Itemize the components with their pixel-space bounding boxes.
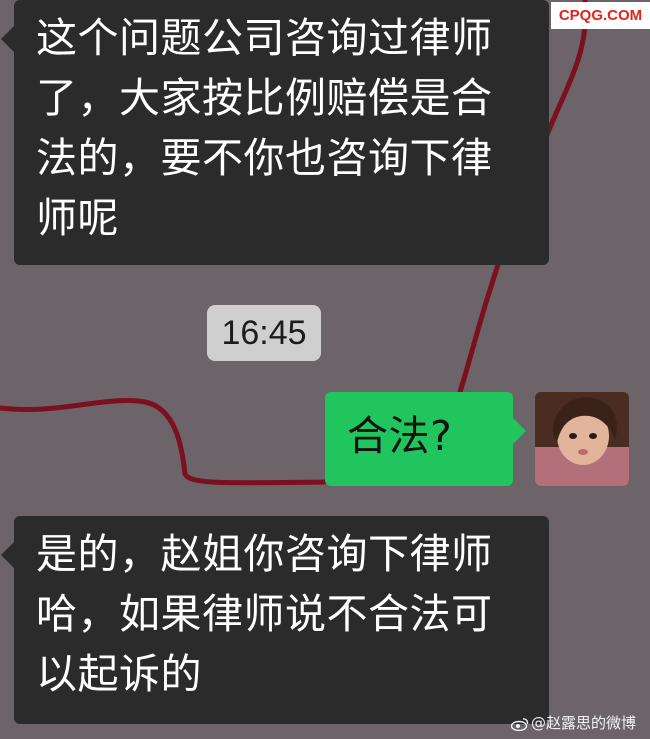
message-text: 是的，赵姐你咨询下律师哈，如果律师说不合法可以起诉的 (36, 530, 493, 698)
incoming-message-1[interactable]: 这个问题公司咨询过律师了，大家按比例赔偿是合法的，要不你也咨询下律师呢 (1, 0, 549, 265)
timestamp: 16:45 (207, 305, 321, 361)
weibo-icon (511, 717, 529, 731)
user-avatar[interactable] (535, 392, 629, 486)
avatar-photo-icon (535, 392, 629, 486)
message-text: 这个问题公司咨询过律师了，大家按比例赔偿是合法的，要不你也咨询下律师呢 (36, 14, 493, 242)
incoming-message-2[interactable]: 是的，赵姐你咨询下律师哈，如果律师说不合法可以起诉的 (1, 516, 549, 724)
outgoing-message-1[interactable]: 合法? (325, 392, 526, 486)
message-text: 合法? (347, 412, 453, 460)
site-watermark: CPQG.COM (551, 2, 650, 29)
weibo-handle: @赵露思的微博 (531, 714, 637, 732)
weibo-watermark: @赵露思的微博 (511, 711, 646, 735)
